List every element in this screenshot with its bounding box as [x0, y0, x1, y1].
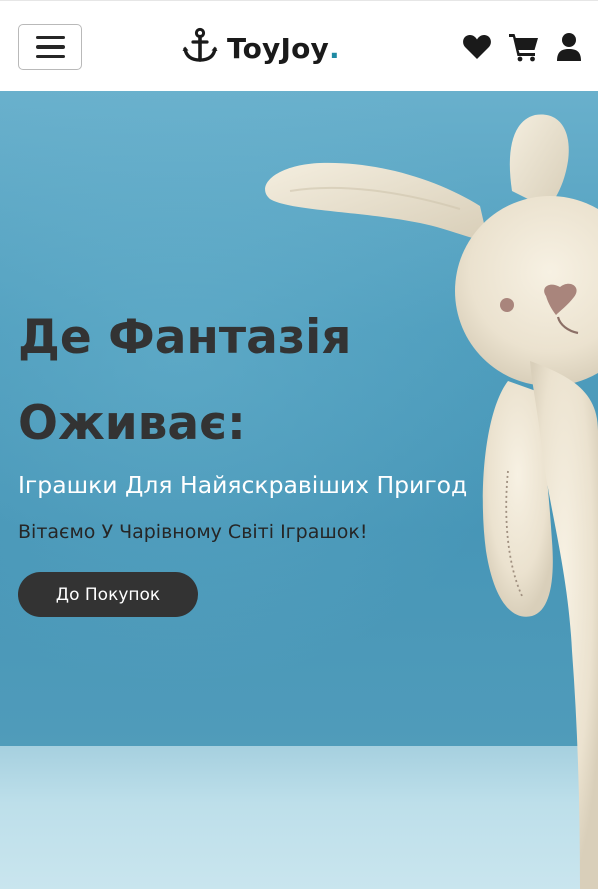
- shop-now-button[interactable]: До Покупок: [18, 572, 198, 617]
- hero-subtitle: Іграшки Для Найяскравіших Пригод: [18, 471, 468, 499]
- hero-title-line2: Оживає:: [18, 396, 246, 451]
- user-icon[interactable]: [556, 32, 582, 62]
- menu-icon-bar: [35, 45, 65, 49]
- hero-welcome-text: Вітаємо У Чарівному Світі Іграшок!: [18, 521, 368, 543]
- hero-banner: Де Фантазія Оживає: Іграшки Для Найяскра…: [0, 91, 598, 889]
- brand-name: ToyJoy: [227, 31, 329, 65]
- anchor-icon: [181, 27, 219, 69]
- menu-toggle-button[interactable]: [18, 24, 82, 70]
- nav-icons: [462, 32, 582, 62]
- hero-title-line1: Де Фантазія: [18, 310, 352, 365]
- menu-icon-bar: [35, 35, 65, 40]
- navbar: ToyJoy.: [0, 0, 598, 91]
- brand-dot: .: [328, 31, 340, 65]
- hero-title: Де Фантазія Оживає:: [18, 295, 438, 467]
- brand-logo-link[interactable]: ToyJoy.: [181, 27, 340, 69]
- heart-icon[interactable]: [462, 33, 492, 61]
- cart-icon[interactable]: [508, 32, 540, 62]
- menu-icon-bar: [35, 54, 65, 59]
